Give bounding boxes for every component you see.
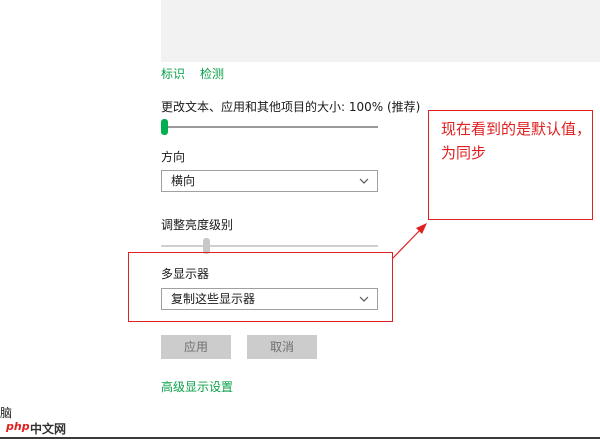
edge-text-fragment: 脑 <box>0 406 13 420</box>
annotation-arrow-icon <box>392 223 427 259</box>
php-logo: php <box>6 420 30 433</box>
bottom-divider <box>0 437 600 439</box>
watermark-text: 中文网 <box>30 422 67 436</box>
